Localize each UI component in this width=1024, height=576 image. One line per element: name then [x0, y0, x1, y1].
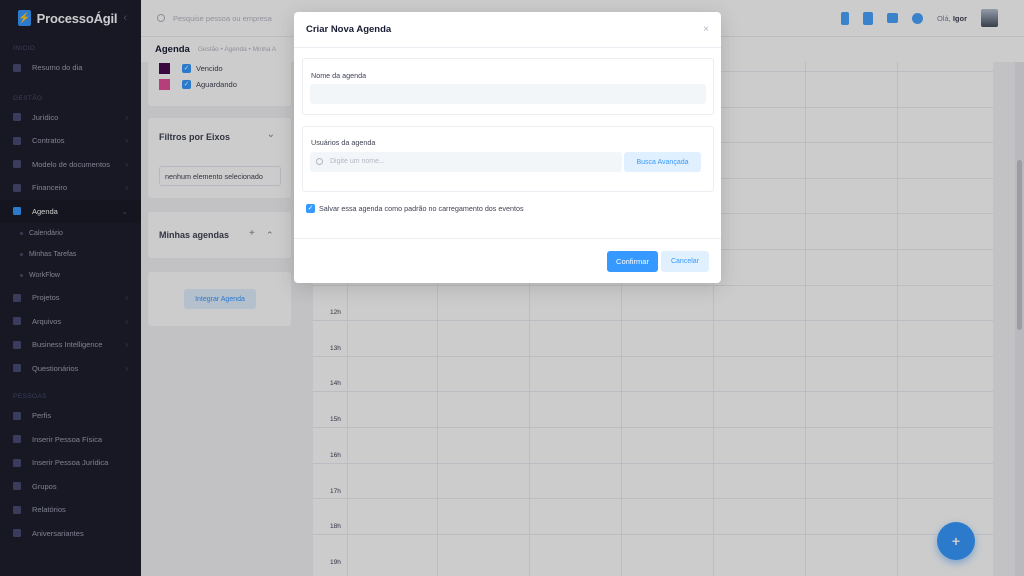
agenda-name-input[interactable] [310, 84, 706, 104]
modal-footer-divider [294, 238, 721, 239]
default-checkbox-label: Salvar essa agenda como padrão no carreg… [319, 204, 524, 213]
default-checkbox[interactable]: ✓ [306, 204, 315, 213]
users-card: Usuários da agenda Digite um nome... Bus… [302, 126, 714, 192]
search-icon [316, 158, 323, 165]
close-icon[interactable]: × [703, 24, 709, 35]
advanced-search-button[interactable]: Busca Avançada [624, 152, 701, 172]
users-label: Usuários da agenda [311, 138, 376, 147]
users-placeholder: Digite um nome... [330, 158, 385, 165]
cancel-button[interactable]: Cancelar [661, 251, 709, 272]
confirm-button[interactable]: Confirmar [607, 251, 658, 272]
modal-title: Criar Nova Agenda [306, 24, 392, 35]
name-label: Nome da agenda [311, 71, 367, 80]
users-search-input[interactable]: Digite um nome... [310, 152, 622, 172]
modal-header: Criar Nova Agenda × [294, 12, 721, 48]
name-card: Nome da agenda [302, 58, 714, 115]
create-agenda-modal: Criar Nova Agenda × Nome da agenda Usuár… [294, 12, 721, 283]
